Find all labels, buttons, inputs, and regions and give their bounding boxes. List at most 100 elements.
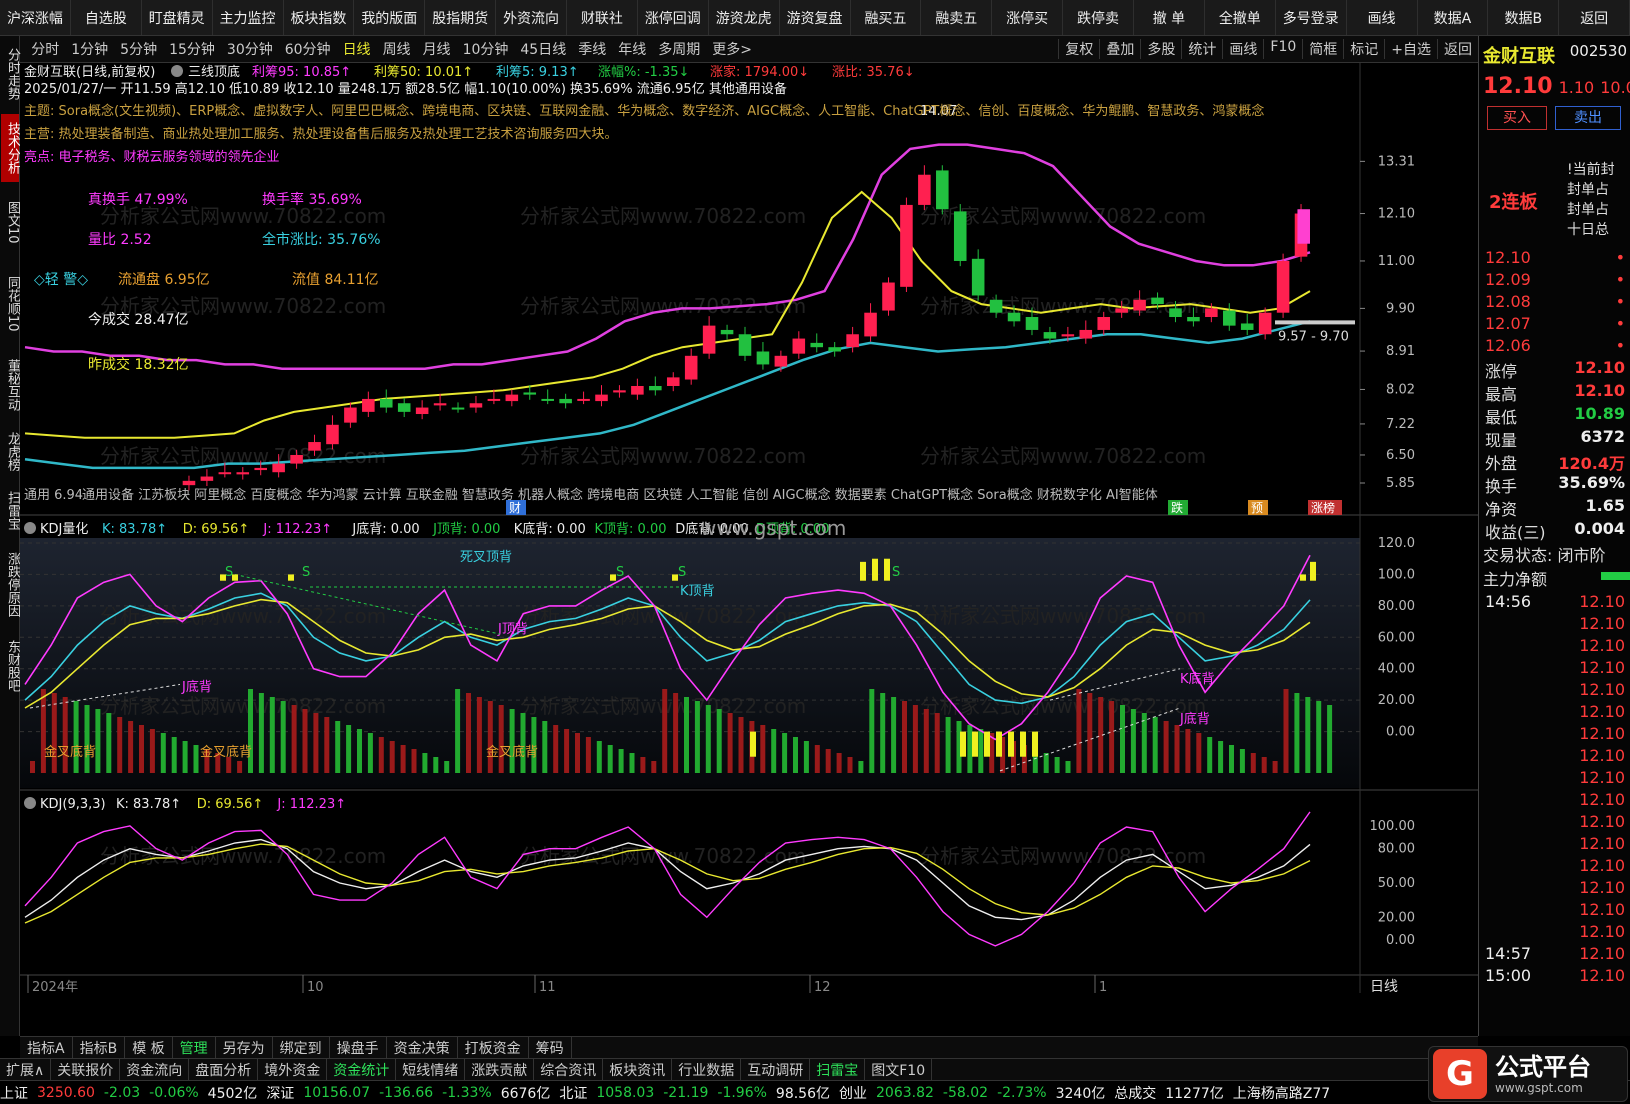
- board-badge: 2连板: [1489, 192, 1538, 213]
- period-tab[interactable]: 60分钟: [279, 39, 337, 59]
- left-tab[interactable]: 涨跌停原因: [1, 543, 20, 626]
- tool-tab[interactable]: 复权: [1058, 39, 1099, 59]
- top-menu-item[interactable]: 财联社: [567, 0, 638, 35]
- extension-tab[interactable]: 关联报价: [51, 1059, 121, 1080]
- tool-tab[interactable]: +自选: [1384, 39, 1437, 59]
- top-menu-item[interactable]: 融卖五: [921, 0, 993, 35]
- extension-tab[interactable]: 境外资金: [258, 1059, 328, 1080]
- period-tab[interactable]: 5分钟: [114, 39, 163, 59]
- header-chip: 利筹5: 9.13↑: [496, 64, 579, 80]
- indicator-tab[interactable]: 指标B: [73, 1037, 126, 1058]
- top-menu-item[interactable]: 板块指数: [284, 0, 355, 35]
- period-tab[interactable]: 45日线: [514, 39, 572, 59]
- top-menu-item[interactable]: 外资流向: [496, 0, 567, 35]
- tool-tab[interactable]: 统计: [1181, 39, 1222, 59]
- left-tab[interactable]: 同花顺10: [1, 262, 20, 345]
- buy-button[interactable]: 买入: [1487, 106, 1547, 130]
- sell-button[interactable]: 卖出: [1555, 106, 1621, 130]
- period-tab[interactable]: 年线: [612, 39, 652, 59]
- period-tab[interactable]: 分时: [25, 39, 65, 59]
- kdj-bar: [237, 761, 243, 773]
- top-menu-item[interactable]: 沪深涨幅: [0, 0, 71, 35]
- top-menu-item[interactable]: 融买五: [851, 0, 922, 35]
- extension-tab[interactable]: 互动调研: [741, 1059, 811, 1080]
- top-menu-item[interactable]: 盯盘精灵: [142, 0, 213, 35]
- indicator-tab[interactable]: 操盘手: [330, 1037, 387, 1058]
- left-tab[interactable]: 图文10: [1, 188, 20, 256]
- period-tab[interactable]: 多周期: [652, 39, 706, 59]
- tool-tab[interactable]: 画线: [1222, 39, 1263, 59]
- order-row[interactable]: 12.10 •: [1479, 248, 1630, 267]
- top-menu-item[interactable]: 涨停回调: [638, 0, 709, 35]
- top-menu-item[interactable]: 游资龙虎: [709, 0, 780, 35]
- extension-tab[interactable]: 图文F10: [865, 1059, 933, 1080]
- period-tab[interactable]: 日线: [337, 39, 377, 59]
- extension-tab[interactable]: 盘面分析: [189, 1059, 259, 1080]
- top-menu-item[interactable]: 自选股: [71, 0, 142, 35]
- extension-tab[interactable]: 涨跌贡献: [465, 1059, 535, 1080]
- period-tab[interactable]: 月线: [417, 39, 457, 59]
- tool-tab[interactable]: F10: [1263, 39, 1302, 59]
- order-row[interactable]: 12.06 •: [1479, 336, 1630, 355]
- top-menu-item[interactable]: 涨停买: [992, 0, 1064, 35]
- extension-tab[interactable]: 板块资讯: [603, 1059, 673, 1080]
- collapse-icon[interactable]: [24, 797, 36, 809]
- collapse-icon[interactable]: [24, 522, 36, 534]
- tool-tab[interactable]: 叠加: [1099, 39, 1140, 59]
- extension-tab[interactable]: 资金流向: [120, 1059, 190, 1080]
- period-tab[interactable]: 1分钟: [65, 39, 114, 59]
- period-tab[interactable]: 季线: [572, 39, 612, 59]
- period-tab[interactable]: 30分钟: [221, 39, 279, 59]
- tool-tab[interactable]: 简框: [1302, 39, 1343, 59]
- top-menu-item[interactable]: 数据B: [1488, 0, 1560, 35]
- top-menu-item[interactable]: 画线: [1347, 0, 1418, 35]
- extension-tab[interactable]: 扫雷宝: [810, 1059, 866, 1080]
- period-tab[interactable]: 更多>: [706, 39, 758, 59]
- kline-chart-area[interactable]: 分析家公式网www.70822.com 分析家公式网www.70822.com 分析…: [20, 63, 1478, 1036]
- indicator-tab[interactable]: 指标A: [20, 1037, 73, 1058]
- last-candle: [1297, 209, 1310, 244]
- top-menu-item[interactable]: 全撤单: [1205, 0, 1276, 35]
- order-row[interactable]: 12.08 •: [1479, 292, 1630, 311]
- tool-tab[interactable]: 多股: [1140, 39, 1181, 59]
- indicator-tab[interactable]: 打板资金: [458, 1037, 529, 1058]
- order-row[interactable]: 12.07 •: [1479, 314, 1630, 333]
- period-tab[interactable]: 10分钟: [457, 39, 515, 59]
- indicator-tab[interactable]: 另存为: [216, 1037, 273, 1058]
- order-row[interactable]: 12.09 •: [1479, 270, 1630, 289]
- left-tab[interactable]: 技术分析: [1, 114, 20, 182]
- period-tab[interactable]: 15分钟: [163, 39, 221, 59]
- left-tab[interactable]: 东财股吧: [1, 632, 20, 700]
- top-menu-item[interactable]: 数据A: [1418, 0, 1489, 35]
- kdj-bar: [149, 729, 155, 773]
- top-menu-item[interactable]: 多号登录: [1276, 0, 1347, 35]
- extension-tab[interactable]: 资金统计: [327, 1059, 397, 1080]
- left-tab[interactable]: 龙虎榜: [1, 425, 20, 478]
- extension-tab[interactable]: 短线情绪: [396, 1059, 466, 1080]
- kdj-bar: [847, 757, 853, 773]
- tool-tab[interactable]: 返回: [1437, 39, 1478, 59]
- indicator-tab[interactable]: 筹码: [529, 1037, 572, 1058]
- kdj-bar: [476, 697, 482, 773]
- extension-tab[interactable]: 扩展∧: [0, 1059, 52, 1080]
- left-tab[interactable]: 扫雷宝: [1, 484, 20, 537]
- top-menu-item[interactable]: 游资复盘: [780, 0, 851, 35]
- top-menu-item[interactable]: 返回: [1559, 0, 1630, 35]
- period-tab[interactable]: 周线: [377, 39, 417, 59]
- left-tab[interactable]: 分时走势: [1, 40, 20, 108]
- left-tab[interactable]: 董秘互动: [1, 351, 20, 419]
- order-price: 12.07: [1485, 314, 1531, 333]
- extension-tab[interactable]: 行业数据: [672, 1059, 742, 1080]
- indicator-tab[interactable]: 绑定到: [273, 1037, 330, 1058]
- top-menu-item[interactable]: 我的版面: [354, 0, 426, 35]
- kdj-bar: [248, 689, 253, 773]
- top-menu-item[interactable]: 股指期货: [425, 0, 497, 35]
- indicator-tab[interactable]: 资金决策: [387, 1037, 458, 1058]
- top-menu-item[interactable]: 跌停卖: [1063, 0, 1134, 35]
- top-menu-item[interactable]: 主力监控: [213, 0, 284, 35]
- top-menu-item[interactable]: 撤 单: [1134, 0, 1205, 35]
- extension-tab[interactable]: 综合资讯: [534, 1059, 604, 1080]
- indicator-tab[interactable]: 管理: [173, 1037, 216, 1058]
- tool-tab[interactable]: 标记: [1343, 39, 1384, 59]
- indicator-tab[interactable]: 模 板: [125, 1037, 173, 1058]
